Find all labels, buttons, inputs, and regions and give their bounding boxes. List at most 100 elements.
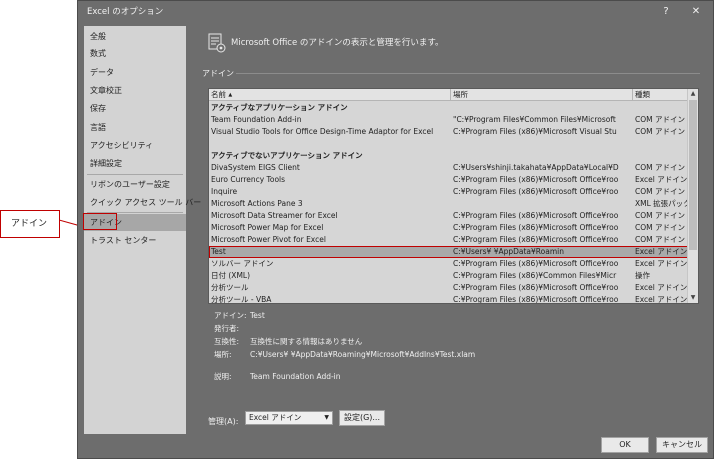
help-button[interactable]: ?	[652, 1, 680, 23]
column-header-type[interactable]: 種類	[633, 89, 688, 101]
table-header: 名前 ▲ 場所 種類	[209, 89, 688, 101]
sidebar-item-save[interactable]: 保存	[84, 100, 186, 117]
group-header-active: アクティブなアプリケーション アドイン	[209, 102, 688, 114]
table-row[interactable]: Visual Studio Tools for Office Design-Ti…	[209, 126, 688, 138]
group-label: アクティブでないアプリケーション アドイン	[211, 151, 363, 160]
table-row[interactable]: Team Foundation Add-in "C:¥Program Files…	[209, 114, 688, 126]
addin-location: C:¥Program Files (x86)¥Microsoft Office¥…	[453, 283, 619, 292]
detail-label: 互換性:	[214, 337, 240, 346]
section-divider	[236, 73, 700, 74]
table-row[interactable]: DivaSystem EIGS Client C:¥Users¥shinji.t…	[209, 162, 688, 174]
panel-description: Microsoft Office のアドインの表示と管理を行います。	[231, 38, 444, 48]
addins-table: 名前 ▲ 場所 種類 アクティブなアプリケーション アドイン Team Foun…	[208, 88, 699, 304]
table-row[interactable]: 分析ツール C:¥Program Files (x86)¥Microsoft O…	[209, 282, 688, 294]
detail-label: 発行者:	[214, 324, 240, 333]
addin-location: C:¥Program Files (x86)¥Microsoft Office¥…	[453, 211, 619, 220]
addin-location: "C:¥Program Files¥Common Files¥Microsoft	[453, 115, 616, 124]
table-row[interactable]: 分析ツール - VBA C:¥Program Files (x86)¥Micro…	[209, 294, 688, 304]
scroll-thumb[interactable]	[689, 100, 697, 250]
table-row[interactable]: ソルバー アドイン C:¥Program Files (x86)¥Microso…	[209, 258, 688, 270]
vertical-scrollbar[interactable]: ▲ ▼	[687, 89, 698, 303]
addin-name: Microsoft Power Pivot for Excel	[211, 235, 326, 244]
close-icon: ✕	[691, 6, 701, 17]
cancel-button[interactable]: キャンセル	[656, 437, 708, 453]
sidebar-item-general[interactable]: 全般	[84, 28, 186, 45]
sidebar-item-advanced[interactable]: 詳細設定	[84, 155, 186, 172]
addin-name: Euro Currency Tools	[211, 175, 286, 184]
sidebar-item-formulas[interactable]: 数式	[84, 45, 186, 62]
sidebar-item-proofing[interactable]: 文章校正	[84, 82, 186, 99]
ok-button[interactable]: OK	[601, 437, 649, 453]
addin-type: COM アドイン	[635, 211, 685, 220]
table-row[interactable]: Microsoft Data Streamer for Excel C:¥Pro…	[209, 210, 688, 222]
sidebar-item-trust-center[interactable]: トラスト センター	[84, 232, 186, 249]
scroll-up-icon[interactable]: ▲	[688, 89, 698, 99]
excel-options-dialog: Excel のオプション ? ✕ 全般 数式 データ 文章校正 保存 言語 アク…	[77, 0, 714, 459]
addin-manager-icon	[208, 33, 226, 53]
detail-label: アドイン:	[214, 311, 247, 320]
section-label-addins: アドイン	[202, 69, 234, 78]
table-row[interactable]: Microsoft Power Pivot for Excel C:¥Progr…	[209, 234, 688, 246]
addin-name: 分析ツール	[211, 283, 249, 292]
addin-location: C:¥Program Files (x86)¥Microsoft Office¥…	[453, 235, 619, 244]
addin-name: Visual Studio Tools for Office Design-Ti…	[211, 127, 434, 136]
addin-location: C:¥Program Files (x86)¥Common Files¥Micr	[453, 271, 617, 280]
detail-value: 互換性に関する情報はありません	[250, 337, 363, 346]
sidebar-item-customize-ribbon[interactable]: リボンのユーザー設定	[84, 176, 186, 193]
column-header-name[interactable]: 名前 ▲	[209, 89, 451, 101]
column-name-label: 名前	[211, 90, 226, 99]
table-row[interactable]: 日付 (XML) C:¥Program Files (x86)¥Common F…	[209, 270, 688, 282]
column-header-location[interactable]: 場所	[451, 89, 633, 101]
detail-label: 場所:	[214, 350, 232, 359]
addins-panel: Microsoft Office のアドインの表示と管理を行います。 アドイン …	[196, 26, 706, 434]
scroll-down-icon[interactable]: ▼	[688, 293, 698, 303]
addin-type: Excel アドイン	[635, 247, 688, 256]
addin-name: Test	[211, 247, 226, 256]
table-row[interactable]: Inquire C:¥Program Files (x86)¥Microsoft…	[209, 186, 688, 198]
group-header-inactive: アクティブでないアプリケーション アドイン	[209, 150, 688, 162]
addin-name: ソルバー アドイン	[211, 259, 274, 268]
callout-text: アドイン	[11, 219, 48, 229]
callout-label: アドイン	[0, 210, 60, 238]
addin-location	[451, 198, 633, 210]
table-row[interactable]: Microsoft Actions Pane 3 XML 拡張パック	[209, 198, 688, 210]
sort-ascending-icon: ▲	[228, 92, 233, 98]
sidebar-item-accessibility[interactable]: アクセシビリティ	[84, 137, 186, 154]
sidebar-separator	[87, 174, 183, 175]
detail-value: Team Foundation Add-in	[250, 372, 341, 381]
addin-type: 操作	[635, 271, 650, 280]
addin-name: Microsoft Power Map for Excel	[211, 223, 324, 232]
addin-type: COM アドイン	[635, 235, 685, 244]
addin-type: COM アドイン	[635, 115, 685, 124]
addin-name: Microsoft Actions Pane 3	[211, 199, 303, 208]
table-row-selected[interactable]: Test C:¥Users¥ ¥AppData¥Roamin Excel アドイ…	[209, 246, 688, 258]
addin-type: Excel アドイン	[635, 259, 688, 268]
addin-name: Inquire	[211, 187, 238, 196]
window-title: Excel のオプション	[87, 7, 164, 17]
detail-value: Test	[250, 311, 265, 320]
addin-type: Excel アドイン	[635, 295, 688, 304]
go-button[interactable]: 設定(G)...	[339, 410, 385, 426]
addin-type: Excel アドイン	[635, 283, 688, 292]
manage-selected-value: Excel アドイン	[249, 413, 302, 422]
addin-type: COM アドイン	[635, 163, 685, 172]
sidebar-item-language[interactable]: 言語	[84, 119, 186, 136]
sidebar-item-data[interactable]: データ	[84, 64, 186, 81]
selection-highlight	[83, 213, 117, 230]
table-row[interactable]: Microsoft Power Map for Excel C:¥Program…	[209, 222, 688, 234]
addin-location: C:¥Program Files (x86)¥Microsoft Office¥…	[453, 187, 619, 196]
table-row[interactable]: Euro Currency Tools C:¥Program Files (x8…	[209, 174, 688, 186]
addin-type: XML 拡張パック	[635, 199, 688, 208]
close-button[interactable]: ✕	[682, 1, 710, 23]
help-icon: ?	[663, 6, 669, 17]
addin-name: DivaSystem EIGS Client	[211, 163, 300, 172]
addin-name: 日付 (XML)	[211, 271, 251, 280]
manage-dropdown[interactable]: Excel アドイン ▼	[245, 411, 333, 425]
addin-location: C:¥Program Files (x86)¥Microsoft Office¥…	[453, 259, 619, 268]
detail-value: C:¥Users¥ ¥AppData¥Roaming¥Microsoft¥Add…	[250, 350, 476, 359]
title-bar: Excel のオプション	[78, 1, 713, 23]
addin-name: Microsoft Data Streamer for Excel	[211, 211, 338, 220]
detail-label: 説明:	[214, 372, 232, 381]
addin-location: C:¥Program Files (x86)¥Microsoft Visual …	[453, 127, 617, 136]
sidebar-item-quick-access-toolbar[interactable]: クイック アクセス ツール バー	[84, 194, 201, 211]
